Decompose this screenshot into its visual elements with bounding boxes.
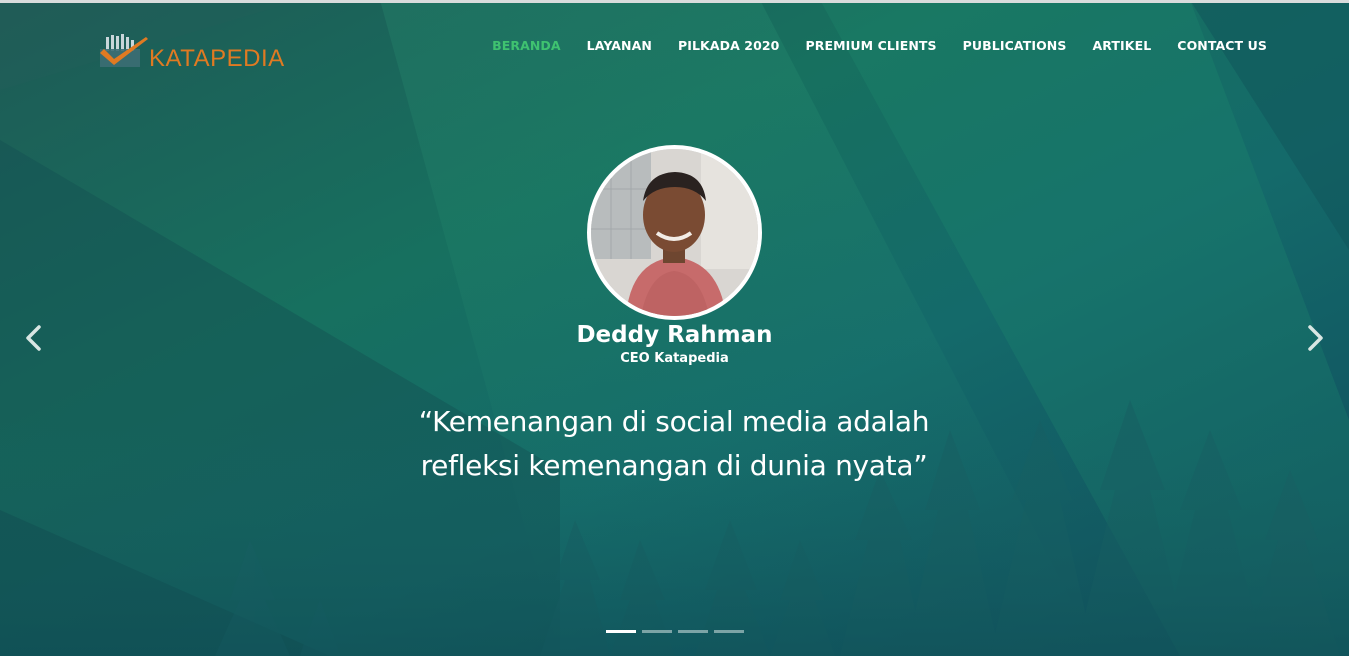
avatar (587, 145, 762, 320)
carousel-indicator-3[interactable] (678, 630, 708, 633)
site-header: KATAPEDIA BERANDA LAYANAN PILKADA 2020 P… (0, 3, 1349, 93)
browser-top-line (0, 0, 1349, 3)
nav-link-contact-us[interactable]: CONTACT US (1177, 38, 1267, 53)
carousel-indicators (606, 630, 744, 633)
chevron-right-icon (1308, 325, 1323, 351)
nav-item-publications: PUBLICATIONS (963, 37, 1067, 55)
nav-link-beranda[interactable]: BERANDA (492, 38, 561, 53)
nav-item-artikel: ARTIKEL (1092, 37, 1151, 55)
testimonial-slide: Deddy Rahman CEO Katapedia “Kemenangan d… (0, 0, 1349, 656)
testimonial-name: Deddy Rahman (576, 322, 773, 348)
nav-link-artikel[interactable]: ARTIKEL (1092, 38, 1151, 53)
nav-link-pilkada-2020[interactable]: PILKADA 2020 (678, 38, 780, 53)
carousel-indicator-4[interactable] (714, 630, 744, 633)
testimonial-quote: “Kemenangan di social media adalah refle… (418, 405, 930, 482)
page: KATAPEDIA BERANDA LAYANAN PILKADA 2020 P… (0, 0, 1349, 656)
site-logo[interactable]: KATAPEDIA (98, 33, 290, 77)
nav-item-premium-clients: PREMIUM CLIENTS (805, 37, 936, 55)
carousel-indicator-1[interactable] (606, 630, 636, 633)
person-photo (591, 149, 758, 316)
nav-link-premium-clients[interactable]: PREMIUM CLIENTS (805, 38, 936, 53)
nav-link-publications[interactable]: PUBLICATIONS (963, 38, 1067, 53)
nav-item-beranda: BERANDA (492, 37, 561, 55)
chevron-left-icon (26, 325, 41, 351)
carousel-prev-button[interactable] (14, 318, 54, 358)
check-bars-logo-icon (100, 34, 148, 67)
testimonial-role: CEO Katapedia (620, 351, 729, 366)
main-nav: BERANDA LAYANAN PILKADA 2020 PREMIUM CLI… (492, 37, 1267, 55)
nav-link-layanan[interactable]: LAYANAN (587, 38, 652, 53)
nav-item-pilkada-2020: PILKADA 2020 (678, 37, 780, 55)
carousel-next-button[interactable] (1295, 318, 1335, 358)
brand-name: KATAPEDIA (149, 45, 285, 72)
carousel-indicator-2[interactable] (642, 630, 672, 633)
nav-item-contact-us: CONTACT US (1177, 37, 1267, 55)
nav-item-layanan: LAYANAN (587, 37, 652, 55)
